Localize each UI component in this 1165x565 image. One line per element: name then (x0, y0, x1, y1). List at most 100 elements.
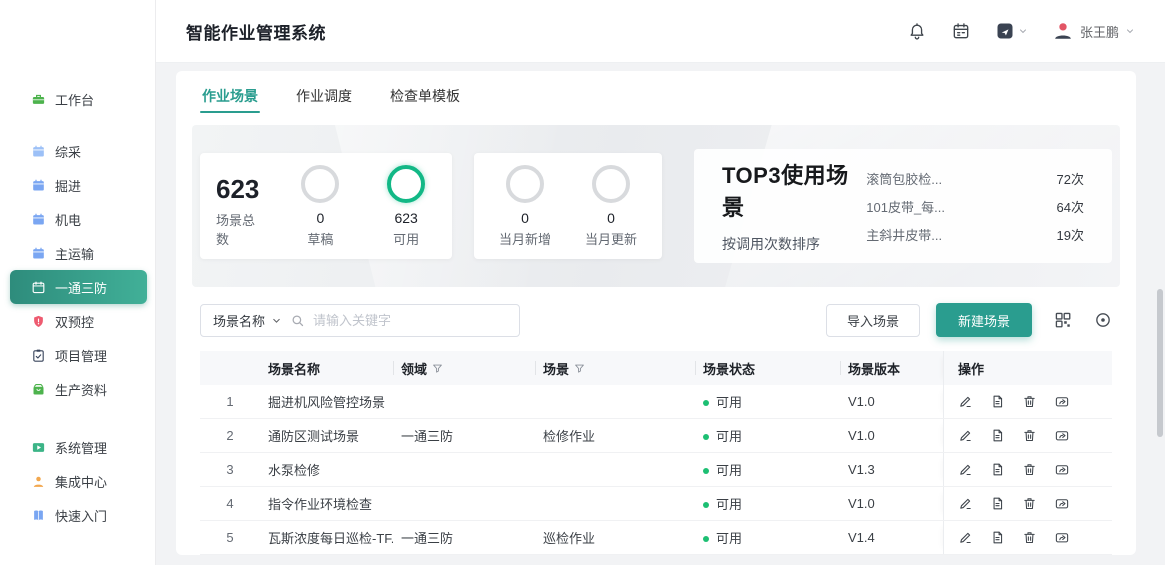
sidebar-item-label: 集成中心 (55, 472, 107, 491)
search-field-select[interactable]: 场景名称 (213, 311, 282, 330)
sidebar-item-system-management[interactable]: 系统管理 (0, 430, 155, 464)
top3-title: TOP3使用场景 (722, 158, 866, 222)
available-ring-icon (387, 165, 425, 203)
month-new-ring-icon (506, 165, 544, 203)
tab-work-scheduling[interactable]: 作业调度 (294, 71, 354, 121)
col-scene[interactable]: 场景 (535, 351, 695, 385)
sidebar-item-production-data[interactable]: 生产资料 (0, 372, 155, 406)
chevron-down-icon (271, 315, 282, 326)
delete-icon[interactable] (1022, 530, 1037, 545)
top3-subtitle: 按调用次数排序 (722, 234, 866, 254)
filter-icon (432, 363, 443, 374)
sidebar-item-quick-start[interactable]: 快速入门 (0, 498, 155, 532)
status-cell: 可用 (695, 460, 840, 479)
sidebar-item-project-management[interactable]: 项目管理 (0, 338, 155, 372)
edit-icon[interactable] (958, 530, 973, 545)
calendar-icon (30, 211, 46, 227)
scenario-name: 水泵检修 (260, 460, 393, 479)
sidebar-item-excavation[interactable]: 掘进 (0, 168, 155, 202)
status-dot (703, 502, 709, 508)
table-toolbar: 场景名称 导入场景 新建场景 (200, 303, 1112, 337)
col-scenario-name: 场景名称 (260, 351, 393, 385)
sidebar-item-ventilation-three-prevention[interactable]: 一通三防 (10, 270, 147, 304)
copy-document-icon[interactable] (990, 462, 1005, 477)
edit-icon[interactable] (958, 462, 973, 477)
table-row[interactable]: 3 水泵检修 可用 V1.3 (200, 453, 1112, 487)
tab-checklist-template[interactable]: 检查单模板 (388, 71, 462, 121)
table-row[interactable]: 1 掘进机风险管控场景 可用 V1.0 (200, 385, 1112, 419)
filter-icon (574, 363, 585, 374)
calendar-icon (30, 143, 46, 159)
sidebar-item-label: 项目管理 (55, 346, 107, 365)
sidebar-item-label: 机电 (55, 210, 81, 229)
sidebar-item-main-transport[interactable]: 主运输 (0, 236, 155, 270)
sidebar-item-workbench[interactable]: 工作台 (0, 82, 155, 116)
create-scenario-button[interactable]: 新建场景 (936, 303, 1032, 337)
scenario-total-card: 623 场景总数 0 草稿 623 可用 (200, 153, 452, 259)
calendar-icon (30, 177, 46, 193)
copy-document-icon[interactable] (990, 496, 1005, 511)
delete-icon[interactable] (1022, 496, 1037, 511)
sidebar-item-integration-center[interactable]: 集成中心 (0, 464, 155, 498)
copy-document-icon[interactable] (990, 530, 1005, 545)
sidebar-item-dual-prevention[interactable]: 双预控 (0, 304, 155, 338)
table-row[interactable]: 4 指令作业环境检查 可用 V1.0 (200, 487, 1112, 521)
total-scenarios-label: 场景总数 (216, 210, 265, 248)
scenario-name: 指令作业环境检查 (260, 494, 393, 513)
edit-icon[interactable] (958, 428, 973, 443)
status-cell: 可用 (695, 494, 840, 513)
table-row[interactable]: 2 通防区测试场景 一通三防 检修作业 可用 V1.0 (200, 419, 1112, 453)
search-icon (290, 313, 305, 328)
calendar-icon (30, 245, 46, 261)
sidebar-item-mechatronics[interactable]: 机电 (0, 202, 155, 236)
search-box: 场景名称 (200, 304, 520, 337)
tab-work-scenario[interactable]: 作业场景 (200, 71, 260, 121)
user-avatar (1052, 20, 1074, 42)
share-icon[interactable] (1054, 462, 1070, 477)
share-icon[interactable] (1054, 428, 1070, 443)
shield-icon (30, 313, 46, 329)
topbar: 智能作业管理系统 张王鹏 (156, 0, 1165, 63)
main-card: 作业场景 作业调度 检查单模板 623 场景总数 0 草稿 623 可用 0 (176, 71, 1136, 555)
send-panel-icon (30, 439, 46, 455)
table-row[interactable]: 5 瓦斯浓度每日巡检-TF... 一通三防 巡检作业 可用 V1.4 (200, 521, 1112, 555)
chevron-down-icon (1125, 26, 1135, 36)
bag-icon (30, 381, 46, 397)
sidebar-item-label: 快速入门 (55, 506, 107, 525)
sidebar-item-label: 生产资料 (55, 380, 107, 399)
vertical-scrollbar[interactable] (1157, 289, 1163, 437)
top3-item: 滚筒包胶检... 72次 (866, 169, 1084, 188)
search-input[interactable] (313, 313, 507, 328)
settings-target-icon[interactable] (1094, 311, 1112, 329)
delete-icon[interactable] (1022, 428, 1037, 443)
app-launcher-icon[interactable] (995, 21, 1028, 41)
edit-icon[interactable] (958, 496, 973, 511)
stat-draft: 0 草稿 (291, 153, 351, 248)
delete-icon[interactable] (1022, 394, 1037, 409)
col-version: 场景版本 (840, 351, 943, 385)
sidebar-item-label: 工作台 (55, 90, 94, 109)
status-dot (703, 434, 709, 440)
import-scenario-button[interactable]: 导入场景 (826, 304, 920, 337)
copy-document-icon[interactable] (990, 428, 1005, 443)
book-icon (30, 507, 46, 523)
delete-icon[interactable] (1022, 462, 1037, 477)
grid-view-icon[interactable] (1054, 311, 1072, 329)
col-status: 场景状态 (695, 351, 840, 385)
share-icon[interactable] (1054, 496, 1070, 511)
col-domain[interactable]: 领域 (393, 351, 535, 385)
user-menu[interactable]: 张王鹏 (1052, 20, 1135, 42)
sidebar-item-label: 一通三防 (55, 278, 107, 297)
sidebar-item-fully-mechanized-mining[interactable]: 综采 (0, 134, 155, 168)
copy-document-icon[interactable] (990, 394, 1005, 409)
workbench-toolbox-icon (30, 91, 46, 107)
calendar-icon[interactable] (951, 21, 971, 41)
share-icon[interactable] (1054, 530, 1070, 545)
sidebar-item-label: 双预控 (55, 312, 94, 331)
monthly-stats-card: 0 当月新增 0 当月更新 (474, 153, 662, 259)
edit-icon[interactable] (958, 394, 973, 409)
scenario-name: 瓦斯浓度每日巡检-TF... (260, 528, 393, 547)
bell-icon[interactable] (907, 21, 927, 41)
month-updated-ring-icon (592, 165, 630, 203)
share-icon[interactable] (1054, 394, 1070, 409)
